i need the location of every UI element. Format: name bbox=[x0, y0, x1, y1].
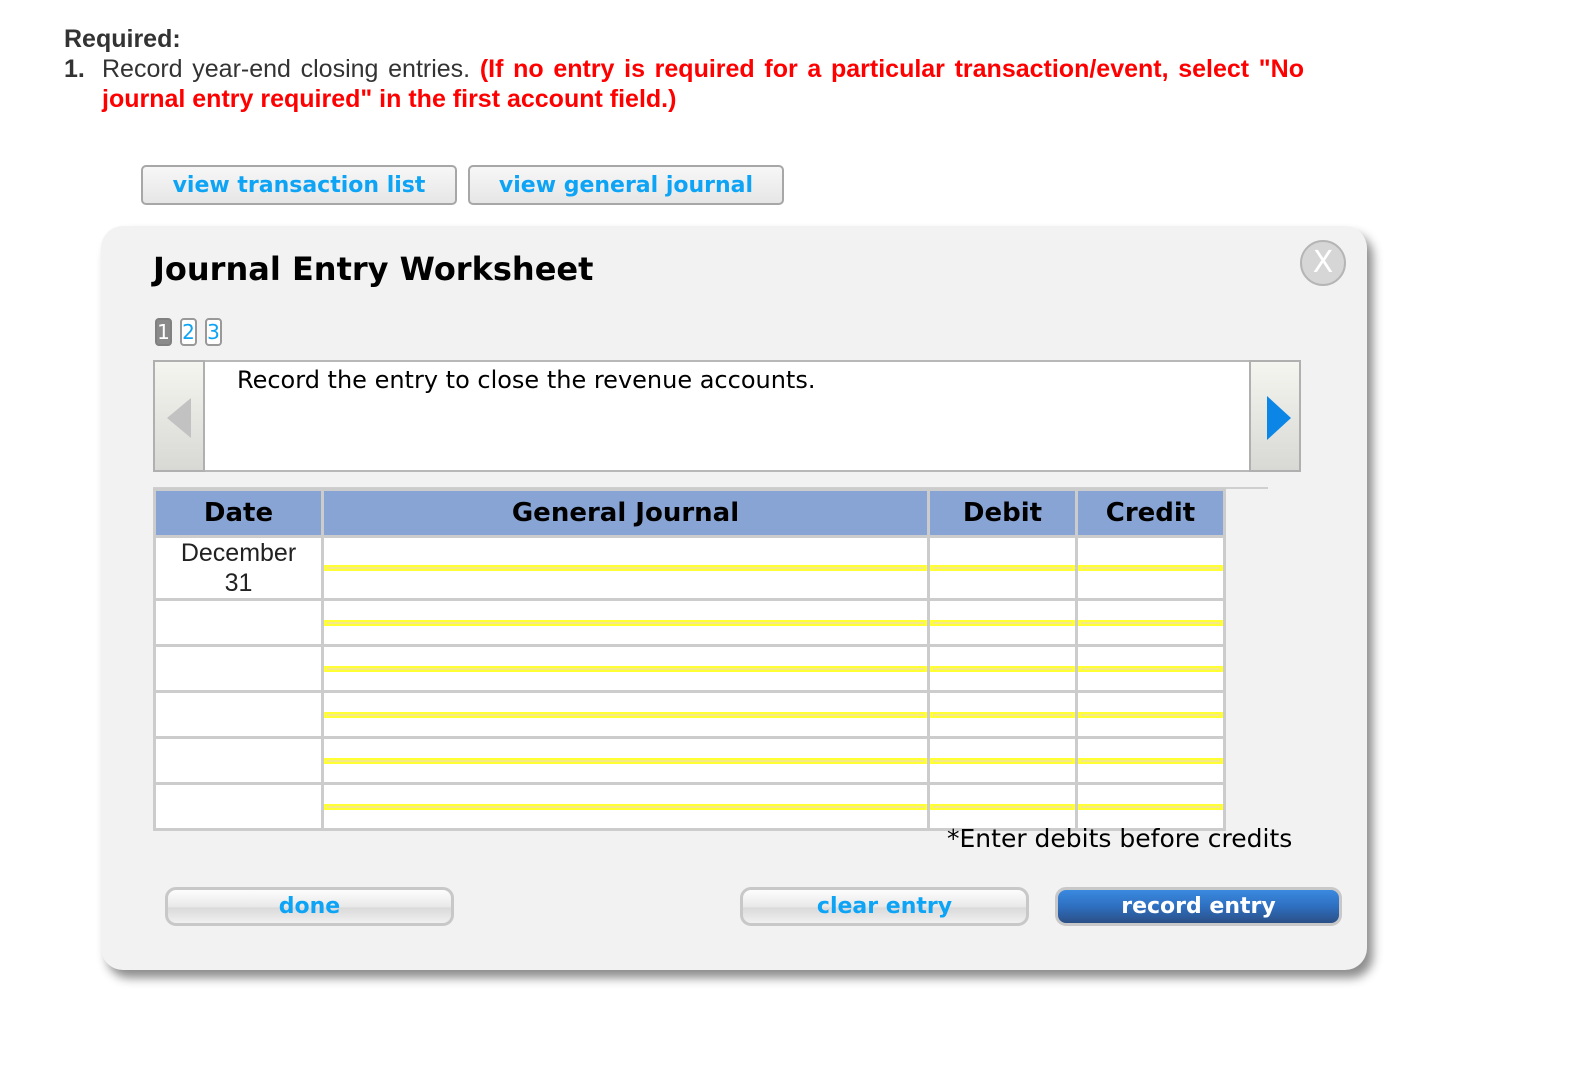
table-row bbox=[153, 782, 1226, 831]
arrow-left-icon bbox=[167, 398, 191, 438]
credit-cell bbox=[1075, 736, 1226, 785]
table-row bbox=[153, 644, 1226, 693]
date-cell: December 31 bbox=[153, 535, 324, 601]
debit-input[interactable] bbox=[930, 565, 1075, 571]
entry-pager: 1 2 3 bbox=[155, 318, 222, 346]
header-credit: Credit bbox=[1075, 488, 1226, 538]
debits-before-credits-note: *Enter debits before credits bbox=[947, 824, 1293, 853]
previous-button[interactable] bbox=[153, 360, 205, 472]
question-block: Required: 1. Record year-end closing ent… bbox=[64, 24, 1304, 114]
done-button[interactable]: done bbox=[165, 887, 454, 926]
debit-input[interactable] bbox=[930, 711, 1075, 718]
credit-input[interactable] bbox=[1078, 665, 1223, 672]
date-cell bbox=[153, 598, 324, 647]
account-input[interactable] bbox=[324, 619, 927, 626]
date-cell bbox=[153, 690, 324, 739]
credit-input[interactable] bbox=[1078, 803, 1223, 810]
page-3-button[interactable]: 3 bbox=[205, 318, 222, 346]
table-row bbox=[153, 598, 1226, 647]
debit-cell bbox=[927, 598, 1078, 647]
question-main-text: Record year-end closing entries. bbox=[102, 55, 471, 83]
credit-input[interactable] bbox=[1078, 757, 1223, 764]
debit-input[interactable] bbox=[930, 803, 1075, 810]
account-cell bbox=[321, 782, 930, 831]
instruction-panel: Record the entry to close the revenue ac… bbox=[153, 360, 1301, 472]
account-input[interactable] bbox=[324, 757, 927, 764]
close-icon: X bbox=[1312, 245, 1334, 280]
account-input[interactable] bbox=[324, 711, 927, 718]
account-cell bbox=[321, 736, 930, 785]
question-text: Record year-end closing entries. (If no … bbox=[102, 54, 1304, 114]
view-general-journal-button[interactable]: view general journal bbox=[468, 165, 784, 205]
page-2-button[interactable]: 2 bbox=[180, 318, 197, 346]
page-1-button[interactable]: 1 bbox=[155, 318, 172, 346]
debit-input[interactable] bbox=[930, 665, 1075, 672]
debit-cell bbox=[927, 644, 1078, 693]
table-row: December 31 bbox=[153, 535, 1226, 601]
debit-cell bbox=[927, 535, 1078, 601]
journal-table: Date General Journal Debit Credit Decemb… bbox=[153, 488, 1226, 831]
date-cell bbox=[153, 782, 324, 831]
header-date: Date bbox=[153, 488, 324, 538]
credit-cell bbox=[1075, 782, 1226, 831]
next-button[interactable] bbox=[1249, 360, 1301, 472]
journal-entry-worksheet: Journal Entry Worksheet X 1 2 3 Record t… bbox=[101, 226, 1367, 970]
table-row bbox=[153, 736, 1226, 785]
account-cell bbox=[321, 644, 930, 693]
credit-input[interactable] bbox=[1078, 619, 1223, 626]
credit-input[interactable] bbox=[1078, 711, 1223, 718]
view-transaction-list-button[interactable]: view transaction list bbox=[141, 165, 457, 205]
instruction-text: Record the entry to close the revenue ac… bbox=[237, 366, 816, 394]
worksheet-title: Journal Entry Worksheet bbox=[153, 250, 594, 288]
header-debit: Debit bbox=[927, 488, 1078, 538]
date-cell bbox=[153, 736, 324, 785]
debit-input[interactable] bbox=[930, 757, 1075, 764]
arrow-right-icon bbox=[1267, 396, 1291, 440]
table-row bbox=[153, 690, 1226, 739]
account-cell bbox=[321, 598, 930, 647]
credit-cell bbox=[1075, 535, 1226, 601]
debit-cell bbox=[927, 690, 1078, 739]
debit-input[interactable] bbox=[930, 619, 1075, 626]
required-label: Required: bbox=[64, 25, 181, 53]
account-cell bbox=[321, 690, 930, 739]
date-cell bbox=[153, 644, 324, 693]
debit-cell bbox=[927, 782, 1078, 831]
close-button[interactable]: X bbox=[1300, 240, 1346, 286]
account-input[interactable] bbox=[324, 803, 927, 810]
credit-cell bbox=[1075, 690, 1226, 739]
debit-cell bbox=[927, 736, 1078, 785]
question-number: 1. bbox=[64, 55, 85, 83]
record-entry-button[interactable]: record entry bbox=[1055, 887, 1342, 926]
credit-cell bbox=[1075, 644, 1226, 693]
header-general-journal: General Journal bbox=[321, 488, 930, 538]
account-input[interactable] bbox=[324, 665, 927, 672]
credit-cell bbox=[1075, 598, 1226, 647]
credit-input[interactable] bbox=[1078, 565, 1223, 571]
account-input[interactable] bbox=[324, 565, 927, 571]
clear-entry-button[interactable]: clear entry bbox=[740, 887, 1029, 926]
account-cell bbox=[321, 535, 930, 601]
